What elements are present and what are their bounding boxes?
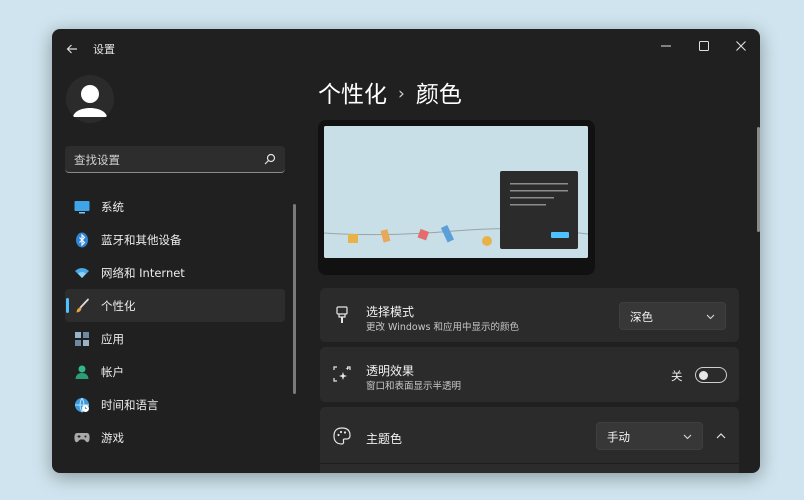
sidebar-item-apps[interactable]: 应用	[65, 322, 285, 355]
breadcrumb: 个性化 › 颜色	[318, 75, 462, 109]
sidebar-item-gaming[interactable]: 游戏	[65, 421, 285, 454]
settings-window: 设置 查找设置 系统 蓝牙和其他设备 网络和 Internet 个性化 应用 帐…	[52, 29, 760, 473]
accent-dropdown[interactable]: 手动	[596, 422, 703, 450]
page-title: 颜色	[415, 82, 462, 108]
globe-clock-icon	[74, 397, 90, 413]
transparency-card: 透明效果 窗口和表面显示半透明 关	[320, 347, 739, 402]
sidebar-item-time-language[interactable]: 时间和语言	[65, 388, 285, 421]
preview-wallpaper	[324, 126, 588, 258]
back-button[interactable]	[62, 39, 82, 59]
chevron-down-icon	[683, 434, 692, 440]
bluetooth-icon	[74, 232, 90, 248]
mode-value: 深色	[630, 310, 653, 324]
transparency-title: 透明效果	[366, 364, 415, 378]
transparency-subtitle: 窗口和表面显示半透明	[366, 381, 462, 392]
breadcrumb-parent[interactable]: 个性化	[318, 82, 387, 108]
mode-dropdown[interactable]: 深色	[619, 302, 726, 330]
search-box[interactable]: 查找设置	[65, 146, 285, 173]
sparkle-icon	[333, 365, 351, 383]
accent-value: 手动	[607, 430, 630, 444]
sidebar-item-label: 蓝牙和其他设备	[101, 233, 182, 247]
close-button[interactable]	[723, 33, 759, 59]
sidebar-scrollbar[interactable]	[293, 204, 296, 394]
toggle-knob	[699, 370, 708, 380]
sidebar-item-label: 游戏	[101, 431, 124, 445]
sidebar-item-label: 时间和语言	[101, 398, 159, 412]
active-indicator	[66, 298, 69, 313]
chevron-down-icon	[706, 314, 715, 320]
sidebar-item-accounts[interactable]: 帐户	[65, 355, 285, 388]
account-icon	[74, 364, 90, 380]
breadcrumb-separator: ›	[398, 84, 405, 104]
app-title: 设置	[93, 43, 115, 56]
maximize-icon	[699, 41, 709, 51]
card-divider	[320, 463, 739, 464]
sidebar-item-personalization[interactable]: 个性化	[65, 289, 285, 322]
sidebar-nav: 系统 蓝牙和其他设备 网络和 Internet 个性化 应用 帐户 时间和语言 …	[65, 190, 285, 454]
choose-mode-card: 选择模式 更改 Windows 和应用中显示的颜色 深色	[320, 288, 739, 342]
gamepad-icon	[74, 430, 90, 446]
wifi-icon	[74, 265, 90, 281]
user-avatar[interactable]	[66, 75, 114, 123]
accent-color-card: 主题色 手动	[320, 407, 739, 473]
mode-title: 选择模式	[366, 305, 415, 319]
maximize-button[interactable]	[686, 33, 722, 59]
back-arrow-icon	[66, 44, 77, 54]
paint-bucket-icon	[333, 306, 351, 324]
sidebar-item-label: 系统	[101, 200, 124, 214]
sidebar-item-label: 网络和 Internet	[101, 266, 185, 280]
title-bar: 设置	[52, 29, 760, 69]
monitor-icon	[74, 199, 90, 215]
sidebar-item-label: 应用	[101, 332, 124, 346]
theme-preview	[318, 120, 595, 275]
minimize-button[interactable]	[648, 33, 684, 59]
mode-subtitle: 更改 Windows 和应用中显示的颜色	[366, 322, 519, 333]
accent-title: 主题色	[366, 432, 403, 446]
search-icon[interactable]	[264, 153, 276, 165]
accent-collapse-button[interactable]	[708, 422, 734, 450]
apps-icon	[74, 331, 90, 347]
minimize-icon	[661, 45, 671, 47]
brush-icon	[74, 298, 90, 314]
palette-icon	[333, 427, 351, 445]
transparency-toggle[interactable]	[695, 367, 727, 383]
close-icon	[736, 41, 746, 51]
sidebar-item-label: 帐户	[101, 365, 124, 379]
sidebar-item-network[interactable]: 网络和 Internet	[65, 256, 285, 289]
avatar-icon	[66, 75, 114, 123]
sidebar-item-bluetooth[interactable]: 蓝牙和其他设备	[65, 223, 285, 256]
main-scrollbar[interactable]	[757, 127, 760, 232]
sidebar-item-label: 个性化	[101, 299, 136, 313]
chevron-up-icon	[716, 433, 726, 439]
transparency-state-label: 关	[671, 369, 683, 383]
search-placeholder: 查找设置	[74, 153, 120, 167]
sidebar-item-system[interactable]: 系统	[65, 190, 285, 223]
preview-desktop	[324, 126, 588, 258]
